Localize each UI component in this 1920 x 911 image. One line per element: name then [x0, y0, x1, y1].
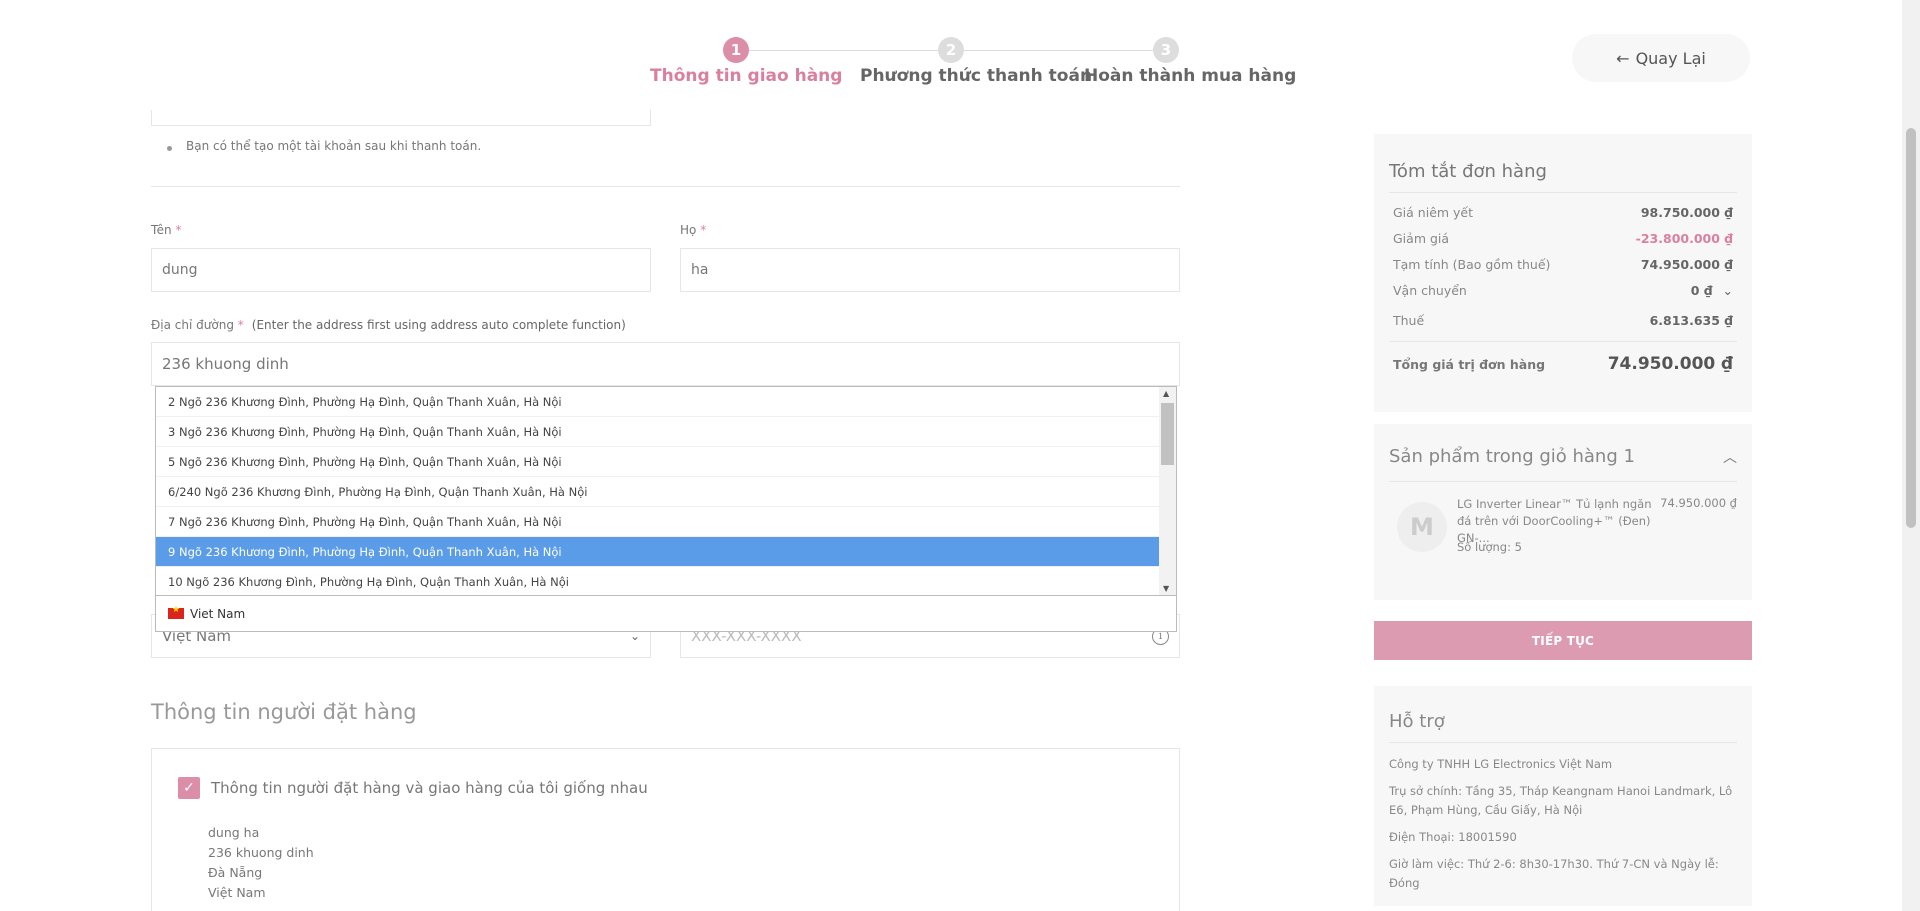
- first-name-label: Tên *: [151, 223, 182, 237]
- order-summary: Tóm tắt đơn hàng Giá niêm yết 98.750.000 …: [1374, 134, 1752, 412]
- autocomplete-option[interactable]: 6/240 Ngõ 236 Khương Đình, Phường Hạ Đìn…: [156, 477, 1159, 507]
- product-price: 74.950.000 ₫: [1660, 496, 1737, 510]
- step-3-label: Hoàn thành mua hàng: [1084, 66, 1297, 86]
- cart-title: Sản phẩm trong giỏ hàng 1: [1389, 446, 1635, 467]
- account-note: Bạn có thể tạo một tài khoản sau khi tha…: [186, 139, 482, 153]
- continue-button[interactable]: TIẾP TỤC: [1374, 621, 1752, 660]
- summary-row-tax: Thuế 6.813.635 ₫: [1393, 312, 1733, 328]
- support-hours: Giờ làm việc: Thứ 2-6: 8h30-17h30. Thứ 7…: [1389, 857, 1719, 890]
- autocomplete-option[interactable]: 2 Ngõ 236 Khương Đình, Phường Hạ Đình, Q…: [156, 387, 1159, 417]
- divider: [151, 186, 1180, 187]
- support-phone: Điện Thoại: 18001590: [1389, 830, 1517, 844]
- country-option-label: Viet Nam: [190, 606, 246, 621]
- country-option[interactable]: Viet Nam: [155, 596, 1177, 632]
- chevron-up-icon[interactable]: ︿: [1723, 447, 1737, 467]
- step-connector: [748, 50, 938, 51]
- step-2-circle: 2: [938, 37, 964, 63]
- orderer-line: dung ha: [208, 825, 260, 840]
- step-connector: [964, 50, 1154, 51]
- orderer-line: Việt Nam: [208, 885, 266, 900]
- summary-title: Tóm tắt đơn hàng: [1389, 161, 1737, 193]
- page-scrollbar-thumb[interactable]: [1906, 128, 1916, 528]
- arrow-left-icon: ←: [1616, 48, 1630, 68]
- checkout-stepper: 1 2 3 Thông tin giao hàng Phương thức th…: [0, 0, 1900, 110]
- orderer-section-title: Thông tin người đặt hàng: [151, 700, 417, 724]
- orderer-line: 236 khuong dinh: [208, 845, 314, 860]
- scroll-up-icon[interactable]: ▲: [1163, 389, 1169, 398]
- bullet: [167, 146, 172, 151]
- back-button[interactable]: ← Quay Lại: [1572, 34, 1750, 82]
- autocomplete-option[interactable]: 10 Ngõ 236 Khương Đình, Phường Hạ Đình, …: [156, 567, 1159, 595]
- street-address-input[interactable]: 236 khuong dinh: [151, 342, 1180, 386]
- step-1-label: Thông tin giao hàng: [650, 66, 843, 86]
- check-icon: ✓: [183, 780, 195, 796]
- step-1-circle: 1: [723, 37, 749, 63]
- step-2-label: Phương thức thanh toán: [860, 66, 1093, 86]
- same-info-label: Thông tin người đặt hàng và giao hàng củ…: [211, 779, 648, 797]
- last-name-input[interactable]: ha: [680, 248, 1180, 292]
- summary-total: Tổng giá trị đơn hàng 74.950.000 ₫: [1389, 341, 1737, 374]
- summary-row-shipping[interactable]: Vận chuyển 0 ₫ ⌄: [1389, 277, 1737, 303]
- support-company: Công ty TNHH LG Electronics Việt Nam: [1389, 757, 1613, 771]
- support-address: Trụ sở chính: Tầng 35, Tháp Keangnam Han…: [1389, 784, 1733, 817]
- vietnam-flag-icon: [168, 605, 184, 619]
- product-quantity: Số lượng: 5: [1457, 540, 1522, 554]
- autocomplete-scrollbar[interactable]: ▲ ▼: [1159, 387, 1176, 595]
- autocomplete-option[interactable]: 3 Ngõ 236 Khương Đình, Phường Hạ Đình, Q…: [156, 417, 1159, 447]
- chevron-down-icon[interactable]: ⌄: [1723, 283, 1733, 298]
- cart-header[interactable]: Sản phẩm trong giỏ hàng 1 ︿: [1389, 446, 1737, 482]
- product-thumbnail: M: [1397, 502, 1447, 552]
- address-autocomplete-list[interactable]: 2 Ngõ 236 Khương Đình, Phường Hạ Đình, Q…: [155, 386, 1177, 596]
- first-name-input[interactable]: dung: [151, 248, 651, 292]
- checkout-page: Bạn có thể tạo một tài khoản sau khi tha…: [0, 0, 1920, 911]
- autocomplete-option-selected[interactable]: 9 Ngõ 236 Khương Đình, Phường Hạ Đình, Q…: [156, 537, 1159, 567]
- scrollbar-thumb[interactable]: [1161, 403, 1174, 465]
- orderer-box: ✓ Thông tin người đặt hàng và giao hàng …: [151, 748, 1180, 911]
- autocomplete-option[interactable]: 5 Ngõ 236 Khương Đình, Phường Hạ Đình, Q…: [156, 447, 1159, 477]
- orderer-line: Đà Nẵng: [208, 865, 263, 880]
- summary-row-discount: Giảm giá -23.800.000 ₫: [1393, 230, 1733, 246]
- support-title: Hỗ trợ: [1389, 711, 1737, 743]
- summary-row-list-price: Giá niêm yết 98.750.000 ₫: [1393, 204, 1733, 220]
- autocomplete-option[interactable]: 7 Ngõ 236 Khương Đình, Phường Hạ Đình, Q…: [156, 507, 1159, 537]
- same-info-checkbox[interactable]: ✓: [178, 777, 200, 799]
- page-scrollbar[interactable]: [1902, 0, 1920, 911]
- summary-row-subtotal: Tạm tính (Bao gồm thuế) 74.950.000 ₫: [1393, 256, 1733, 272]
- back-button-label: Quay Lại: [1635, 48, 1706, 68]
- support-panel: Hỗ trợ Công ty TNHH LG Electronics Việt …: [1374, 686, 1752, 906]
- street-label: Địa chỉ đường * (Enter the address first …: [151, 318, 626, 332]
- orderer-address: dung ha 236 khuong dinh Đà Nẵng Việt Nam: [208, 823, 314, 903]
- cart-item: M LG Inverter Linear™ Tủ lạnh ngăn đá tr…: [1389, 482, 1737, 572]
- step-3-circle: 3: [1153, 37, 1179, 63]
- cart-panel: Sản phẩm trong giỏ hàng 1 ︿ M LG Inverte…: [1374, 424, 1752, 600]
- scroll-down-icon[interactable]: ▼: [1163, 584, 1169, 593]
- last-name-label: Họ *: [680, 223, 707, 237]
